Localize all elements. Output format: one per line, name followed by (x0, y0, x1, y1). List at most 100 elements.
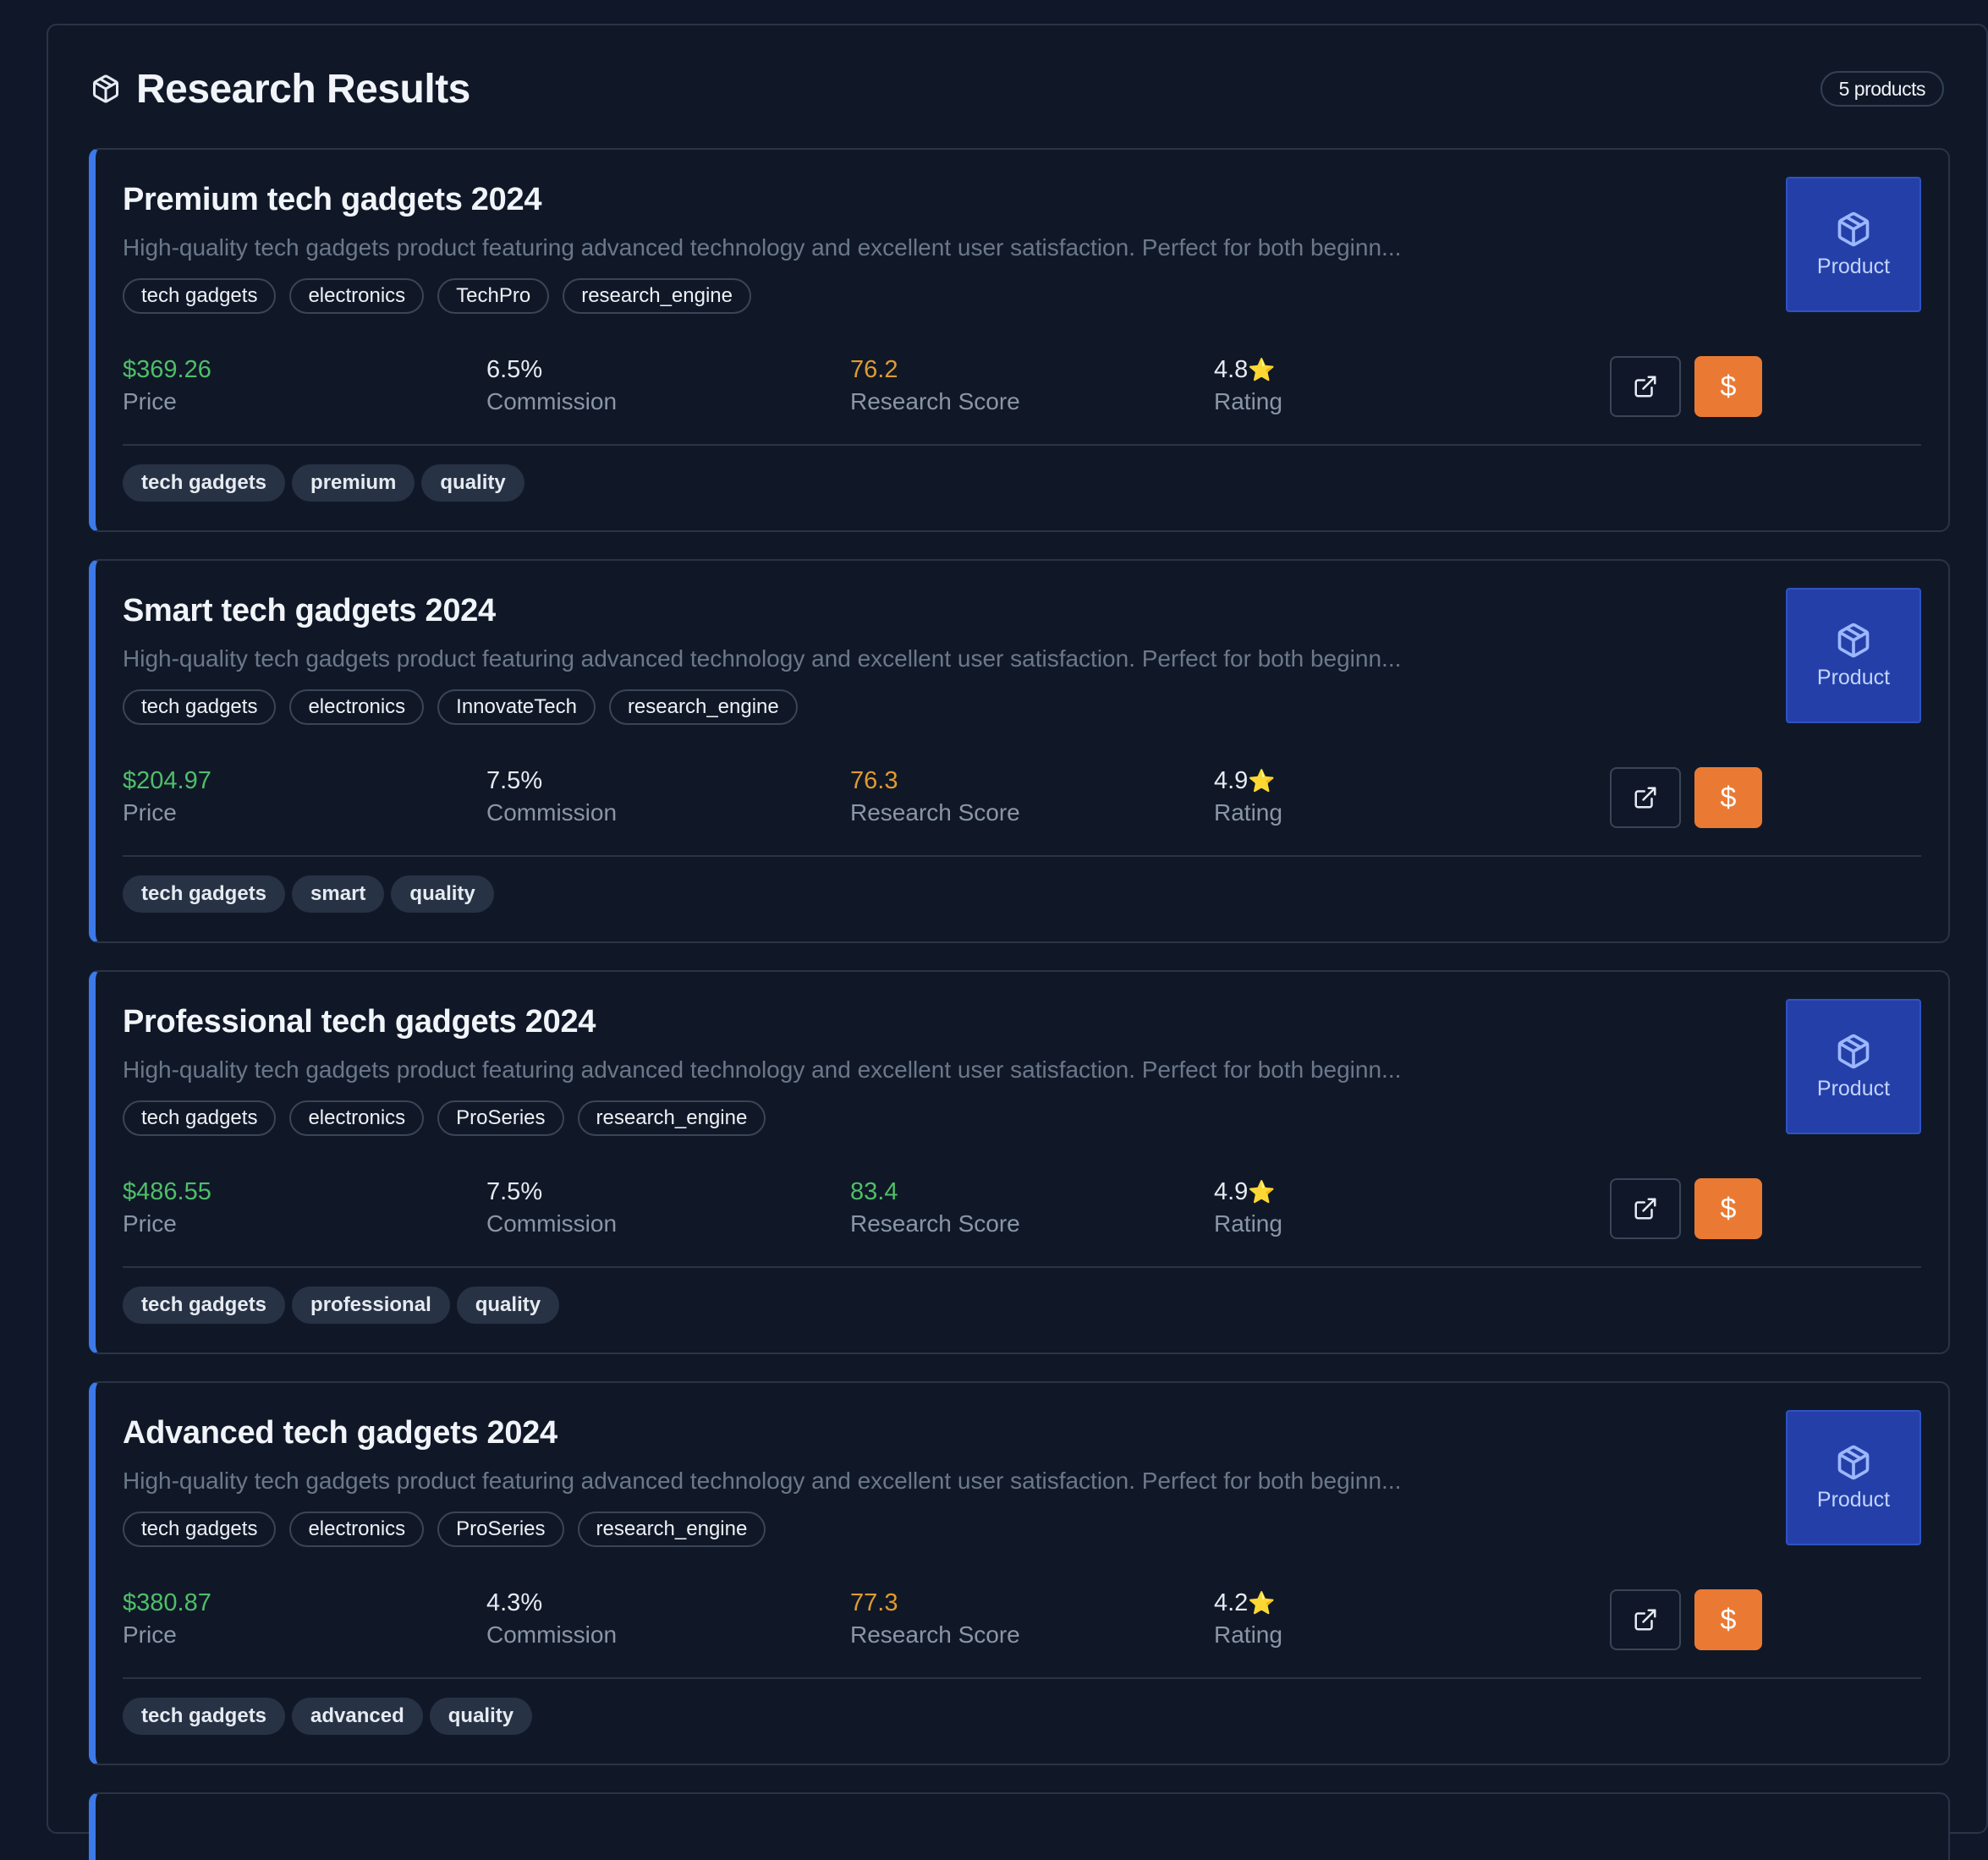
keyword-tag: advanced (292, 1698, 423, 1735)
category-chip: ProSeries (437, 1512, 564, 1547)
price-label: Price (123, 799, 177, 826)
category-chip: research_engine (577, 1512, 766, 1547)
product-description: High-quality tech gadgets product featur… (123, 1468, 1402, 1494)
price-stat: $369.26 Price (123, 354, 211, 419)
rating-label: Rating (1214, 1621, 1282, 1648)
commission-value: 4.3% (486, 1589, 543, 1616)
star-icon: ⭐ (1248, 1590, 1276, 1616)
external-link-icon (1633, 1196, 1658, 1221)
open-link-button[interactable] (1610, 356, 1681, 417)
buy-button[interactable]: $ (1694, 1589, 1762, 1650)
category-chip: research_engine (608, 689, 798, 725)
category-chip: ProSeries (437, 1100, 564, 1136)
price-stat: $204.97 Price (123, 765, 211, 830)
keyword-tag: smart (292, 875, 385, 913)
price-stat: $380.87 Price (123, 1588, 211, 1652)
star-icon: ⭐ (1248, 357, 1276, 382)
rating-label: Rating (1214, 1210, 1282, 1237)
thumbnail-label: Product (1816, 254, 1891, 278)
category-chip: research_engine (563, 278, 751, 314)
commission-value: 6.5% (486, 356, 543, 383)
buy-button[interactable]: $ (1694, 356, 1762, 417)
dollar-icon: $ (1720, 781, 1737, 814)
product-chips: tech gadgets electronics ProSeries research… (123, 1512, 766, 1547)
page-title: Research Results (136, 66, 470, 112)
card-divider (123, 855, 1921, 857)
price-label: Price (123, 1210, 177, 1237)
dollar-icon: $ (1720, 1603, 1737, 1636)
research-score-label: Research Score (850, 388, 1020, 414)
commission-stat: 7.5% Commission (486, 1177, 617, 1241)
product-card-5 (89, 1792, 1950, 1860)
research-score-value: 77.3 (850, 1589, 898, 1616)
rating-value: 4.8⭐ (1214, 356, 1276, 383)
price-value: $486.55 (123, 1178, 211, 1205)
category-chip: tech gadgets (123, 1512, 277, 1547)
commission-stat: 4.3% Commission (486, 1588, 617, 1652)
package-icon (91, 74, 121, 104)
price-value: $204.97 (123, 767, 211, 794)
keyword-tag: quality (391, 875, 494, 913)
category-chip: electronics (289, 1100, 425, 1136)
product-thumbnail[interactable]: Product (1786, 588, 1921, 723)
open-link-button[interactable] (1610, 767, 1681, 828)
card-divider (123, 1266, 1921, 1268)
keyword-tag: quality (429, 1698, 533, 1735)
product-list: Premium tech gadgets 2024 High-quality t… (89, 148, 1950, 1860)
rating-stat: 4.8⭐ Rating (1214, 354, 1282, 419)
category-chip: tech gadgets (123, 1100, 277, 1136)
category-chip: electronics (289, 689, 425, 725)
external-link-icon (1633, 374, 1658, 399)
open-link-button[interactable] (1610, 1178, 1681, 1239)
research-score-stat: 77.3 Research Score (850, 1588, 1020, 1652)
category-chip: research_engine (577, 1100, 766, 1136)
keyword-tag: quality (456, 1287, 560, 1324)
external-link-icon (1633, 1607, 1658, 1632)
star-icon: ⭐ (1248, 768, 1276, 793)
product-thumbnail[interactable]: Product (1786, 177, 1921, 312)
keyword-tag: tech gadgets (123, 464, 286, 502)
research-score-stat: 83.4 Research Score (850, 1177, 1020, 1241)
package-icon (1835, 1444, 1872, 1481)
category-chip: TechPro (437, 278, 550, 314)
panel-title-group: Research Results (91, 63, 470, 114)
research-score-value: 76.3 (850, 767, 898, 794)
thumbnail-label: Product (1816, 1487, 1891, 1512)
panel-header: Research Results 5 products (91, 63, 1944, 114)
product-thumbnail[interactable]: Product (1786, 1410, 1921, 1545)
keyword-tag: tech gadgets (123, 1698, 286, 1735)
thumbnail-label: Product (1816, 1076, 1891, 1100)
buy-button[interactable]: $ (1694, 767, 1762, 828)
commission-value: 7.5% (486, 1178, 543, 1205)
research-score-label: Research Score (850, 1621, 1020, 1648)
commission-label: Commission (486, 1210, 618, 1237)
open-link-button[interactable] (1610, 1589, 1681, 1650)
card-divider (123, 444, 1921, 446)
research-score-stat: 76.2 Research Score (850, 354, 1020, 419)
product-card-3: Professional tech gadgets 2024 High-qual… (89, 970, 1950, 1354)
commission-label: Commission (486, 1621, 618, 1648)
price-label: Price (123, 1621, 177, 1648)
product-title: Premium tech gadgets 2024 (123, 182, 542, 217)
dollar-icon: $ (1720, 370, 1737, 403)
package-icon (1835, 1033, 1872, 1070)
product-tags: tech gadgets professional quality (123, 1287, 560, 1324)
product-stats: $486.55 Price 7.5% Commission 83.4 Resea… (123, 1177, 1578, 1244)
product-title: Smart tech gadgets 2024 (123, 593, 496, 628)
commission-stat: 6.5% Commission (486, 354, 617, 419)
product-stats: $369.26 Price 6.5% Commission 76.2 Resea… (123, 354, 1578, 422)
commission-label: Commission (486, 388, 618, 414)
product-title: Advanced tech gadgets 2024 (123, 1415, 557, 1451)
external-link-icon (1633, 785, 1658, 810)
rating-label: Rating (1214, 799, 1282, 826)
rating-value: 4.9⭐ (1214, 767, 1276, 794)
keyword-tag: premium (292, 464, 415, 502)
buy-button[interactable]: $ (1694, 1178, 1762, 1239)
research-results-panel: Research Results 5 products Premium tech… (47, 24, 1988, 1860)
product-card-2: Smart tech gadgets 2024 High-quality tec… (89, 559, 1950, 943)
product-tags: tech gadgets premium quality (123, 464, 524, 502)
product-thumbnail[interactable]: Product (1786, 999, 1921, 1134)
product-card-1: Premium tech gadgets 2024 High-quality t… (89, 148, 1950, 532)
rating-label: Rating (1214, 388, 1282, 414)
rating-stat: 4.9⭐ Rating (1214, 1177, 1282, 1241)
